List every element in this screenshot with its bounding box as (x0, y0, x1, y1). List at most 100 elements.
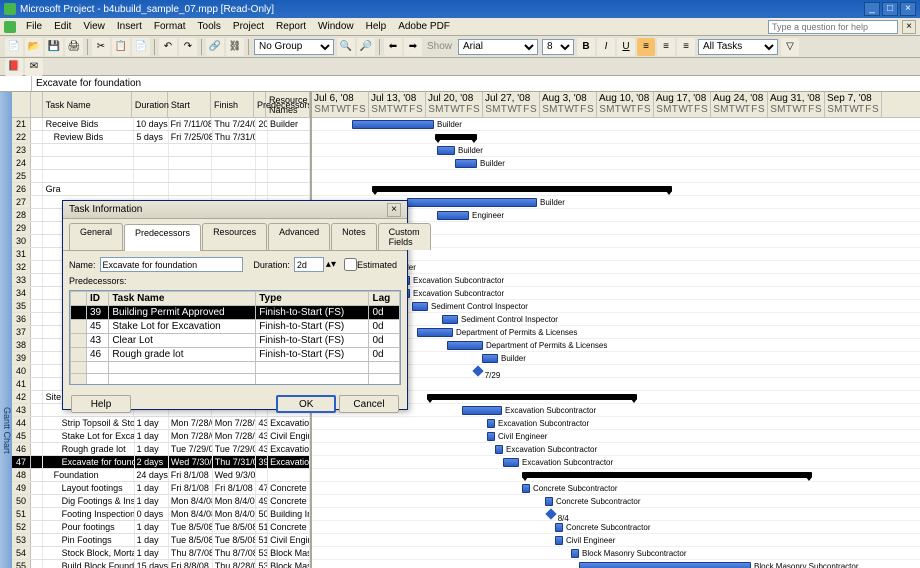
predecessor-row[interactable]: 45Stake Lot for ExcavationFinish-to-Star… (71, 320, 400, 334)
filter-select[interactable]: All Tasks (698, 39, 778, 55)
table-row[interactable]: 50Dig Footings & Install Reinforcing1 da… (12, 495, 310, 508)
autofilter-icon[interactable]: ▽ (781, 38, 799, 56)
table-row[interactable]: 24 (12, 157, 310, 170)
group-select[interactable]: No Group (254, 39, 334, 55)
table-row[interactable]: 55Build Block Foundation15 daysFri 8/8/0… (12, 560, 310, 568)
tab-general[interactable]: General (69, 223, 123, 250)
task-bar[interactable]: Builder (407, 198, 537, 207)
table-row[interactable]: 21Receive Bids10 daysFri 7/11/08Thu 7/24… (12, 118, 310, 131)
col-resource[interactable]: Resource Names (266, 92, 310, 117)
col-finish[interactable]: Finish (211, 92, 254, 117)
dialog-titlebar[interactable]: Task Information × (63, 201, 407, 219)
tab-notes[interactable]: Notes (331, 223, 377, 250)
show-label[interactable]: Show (427, 41, 452, 52)
summary-bar[interactable] (427, 394, 637, 400)
table-row[interactable]: 47Excavate for foundation2 daysWed 7/30/… (12, 456, 310, 469)
tab-advanced[interactable]: Advanced (268, 223, 330, 250)
align-left-icon[interactable]: ≡ (637, 38, 655, 56)
milestone[interactable]: 7/29 (472, 365, 483, 376)
task-bar[interactable]: Concrete Subcontractor (555, 523, 563, 532)
table-row[interactable]: 45Stake Lot for Excavation1 dayMon 7/28/… (12, 430, 310, 443)
pdf-icon[interactable]: 📕 (5, 58, 23, 76)
italic-icon[interactable]: I (597, 38, 615, 56)
size-select[interactable]: 8 (542, 39, 574, 55)
redo-icon[interactable]: ↷ (179, 38, 197, 56)
view-sidebar[interactable]: Gantt Chart (0, 92, 12, 568)
task-bar[interactable]: Sediment Control Inspector (442, 315, 458, 324)
tab-resources[interactable]: Resources (202, 223, 267, 250)
copy-icon[interactable]: 📋 (112, 38, 130, 56)
ok-button[interactable]: OK (276, 395, 336, 413)
col-duration[interactable]: Duration (132, 92, 168, 117)
summary-bar[interactable] (435, 134, 477, 140)
save-icon[interactable]: 💾 (45, 38, 63, 56)
table-row[interactable]: 25 (12, 170, 310, 183)
table-row[interactable]: 26Gra (12, 183, 310, 196)
task-bar[interactable]: Sediment Control Inspector (412, 302, 428, 311)
col-info[interactable] (31, 92, 43, 117)
predecessor-row[interactable]: 39Building Permit ApprovedFinish-to-Star… (71, 306, 400, 320)
task-bar[interactable]: Block Masonry Subcontractor (579, 562, 751, 568)
unlink-icon[interactable]: ⛓ (226, 38, 244, 56)
table-row[interactable]: 44Strip Topsoil & Stockpile1 dayMon 7/28… (12, 417, 310, 430)
task-bar[interactable]: Civil Engineer (487, 432, 495, 441)
close-button[interactable]: × (900, 2, 916, 16)
outdent-icon[interactable]: ⬅ (384, 38, 402, 56)
task-name-input[interactable] (100, 257, 244, 272)
tab-predecessors[interactable]: Predecessors (124, 224, 201, 251)
menu-report[interactable]: Report (270, 19, 312, 34)
task-bar[interactable]: Department of Permits & Licenses (417, 328, 453, 337)
help-close-button[interactable]: × (902, 20, 916, 34)
table-row[interactable]: 48Foundation24 daysFri 8/1/08Wed 9/3/08 (12, 469, 310, 482)
duration-input[interactable] (294, 257, 324, 272)
task-bar[interactable]: Engineer (437, 211, 469, 220)
table-row[interactable]: 46Rough grade lot1 dayTue 7/29/08Tue 7/2… (12, 443, 310, 456)
cut-icon[interactable]: ✂ (92, 38, 110, 56)
task-bar[interactable]: Concrete Subcontractor (522, 484, 530, 493)
table-row[interactable]: 51Footing Inspection0 daysMon 8/4/08Mon … (12, 508, 310, 521)
task-bar[interactable]: Builder (455, 159, 477, 168)
zoom-out-icon[interactable]: 🔍 (337, 38, 355, 56)
table-row[interactable]: 49Layout footings1 dayFri 8/1/08Fri 8/1/… (12, 482, 310, 495)
summary-bar[interactable] (372, 186, 672, 192)
milestone[interactable]: 8/4 (545, 508, 556, 519)
indent-icon[interactable]: ➡ (404, 38, 422, 56)
link-icon[interactable]: 🔗 (206, 38, 224, 56)
open-icon[interactable]: 📂 (25, 38, 43, 56)
font-select[interactable]: Arial (458, 39, 538, 55)
summary-bar[interactable] (522, 472, 812, 478)
col-start[interactable]: Start (168, 92, 211, 117)
pdf-mail-icon[interactable]: ✉ (25, 58, 43, 76)
paste-icon[interactable]: 📄 (132, 38, 150, 56)
task-bar[interactable]: Excavation Subcontractor (495, 445, 503, 454)
col-indicator[interactable] (12, 92, 31, 117)
task-bar[interactable]: Excavation Subcontractor (462, 406, 502, 415)
estimated-checkbox[interactable] (344, 258, 357, 271)
col-taskname[interactable]: Task Name (43, 92, 132, 117)
menu-adobepdf[interactable]: Adobe PDF (392, 19, 456, 34)
table-row[interactable]: 53Pin Footings1 dayTue 8/5/08Tue 8/5/085… (12, 534, 310, 547)
table-row[interactable]: 52Pour footings1 dayTue 8/5/08Tue 8/5/08… (12, 521, 310, 534)
grid-col-lag[interactable]: Lag (369, 292, 400, 306)
menu-file[interactable]: File (20, 19, 48, 34)
duration-spinner[interactable]: ▴▾ (326, 259, 336, 270)
tab-customfields[interactable]: Custom Fields (378, 223, 431, 250)
menu-project[interactable]: Project (227, 19, 270, 34)
menu-insert[interactable]: Insert (111, 19, 148, 34)
align-right-icon[interactable]: ≡ (677, 38, 695, 56)
predecessor-row[interactable]: 46Rough grade lotFinish-to-Start (FS)0d (71, 348, 400, 362)
table-row[interactable]: 23 (12, 144, 310, 157)
menu-edit[interactable]: Edit (48, 19, 77, 34)
underline-icon[interactable]: U (617, 38, 635, 56)
task-bar[interactable]: Excavation Subcontractor (487, 419, 495, 428)
help-search-input[interactable] (768, 20, 898, 34)
print-icon[interactable]: 🖨 (65, 38, 83, 56)
bold-icon[interactable]: B (577, 38, 595, 56)
cancel-button[interactable]: Cancel (339, 395, 399, 413)
task-bar[interactable]: Civil Engineer (555, 536, 563, 545)
table-row[interactable]: 54Stock Block, Mortar, Sand1 dayThu 8/7/… (12, 547, 310, 560)
menu-window[interactable]: Window (312, 19, 360, 34)
menu-tools[interactable]: Tools (192, 19, 227, 34)
maximize-button[interactable]: □ (882, 2, 898, 16)
grid-col-id[interactable]: ID (87, 292, 109, 306)
